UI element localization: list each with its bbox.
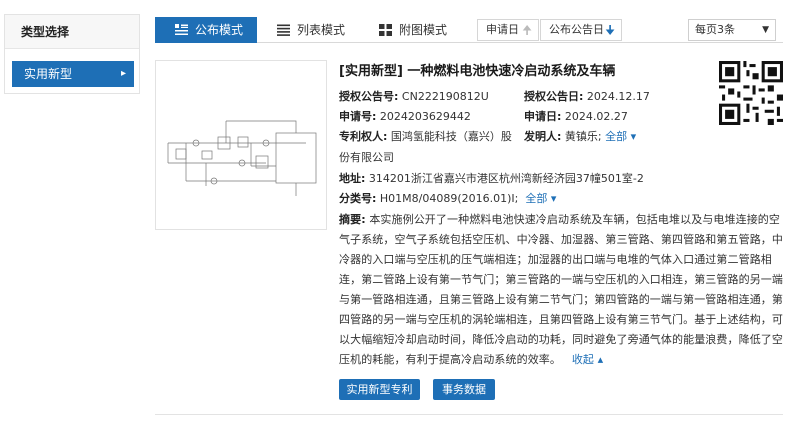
arrow-up-icon: 🠉 [522, 23, 532, 37]
patentee-name: 国鸿氢能科技（嘉兴）股 [390, 130, 512, 143]
inventor-name: 黄镇乐; [564, 130, 602, 143]
field-label: 申请日: [524, 110, 562, 123]
tab-figure-mode[interactable]: 附图模式 [359, 17, 461, 43]
sidebar-item-label: 实用新型 [24, 67, 73, 81]
list-icon [277, 24, 290, 36]
abstract-text: 本实施例公开了一种燃料电池快速冷启动系统及车辆，包括电堆以及与电堆连接的空气子系… [339, 213, 783, 366]
field-label: 摘要: [339, 213, 366, 226]
per-page-select[interactable]: 每页3条 ▼ [688, 19, 776, 41]
patentee-continued: 份有限公司 [339, 151, 394, 164]
field-label: 申请号: [339, 110, 377, 123]
chevron-right-icon: ▸ [120, 68, 126, 79]
publication-date: 2024.12.17 [586, 90, 650, 103]
inventor-show-all-link[interactable]: 全部 ▾ [605, 130, 636, 143]
field-label: 发明人: [524, 130, 562, 143]
address-value: 314201浙江省嘉兴市港区杭州湾新经济园37幢501室-2 [368, 172, 644, 185]
tab-label: 公布模式 [195, 23, 244, 37]
field-label: 专利权人: [339, 130, 388, 143]
sort-application-date-button[interactable]: 申请日 🠉 [477, 19, 539, 41]
caret-up-icon: ▴ [597, 353, 604, 366]
list-detail-icon [175, 24, 188, 35]
patent-drawing-image [167, 120, 317, 196]
qr-code-icon [719, 61, 783, 125]
application-number-field: 申请号: 2024203629442 [339, 108, 471, 124]
sort-label: 公布公告日 [549, 23, 604, 36]
address-field: 地址: 314201浙江省嘉兴市港区杭州湾新经济园37幢501室-2 [339, 170, 644, 186]
field-label: 授权公告日: [524, 90, 584, 103]
chevron-down-icon: ▼ [762, 25, 769, 35]
tab-label: 列表模式 [297, 23, 346, 37]
view-toolbar: 公布模式 列表模式 附图模式 申请日 🠉 公布公告日 🠋 每页3条 ▼ [155, 17, 783, 43]
grid-icon [379, 24, 392, 36]
type-filter-title: 类型选择 [5, 15, 139, 49]
caret-down-icon: ▾ [550, 192, 557, 205]
application-date: 2024.02.27 [564, 110, 628, 123]
type-filter-panel: 类型选择 实用新型 ▸ [4, 14, 140, 94]
caret-down-icon: ▾ [630, 130, 637, 143]
publication-date-field: 授权公告日: 2024.12.17 [524, 88, 650, 104]
sort-label: 申请日 [486, 23, 519, 36]
patent-drawing-thumbnail[interactable] [155, 60, 327, 230]
tab-list-mode[interactable]: 列表模式 [257, 17, 359, 43]
transaction-data-button[interactable]: 事务数据 [433, 379, 495, 400]
collapse-link[interactable]: 收起 ▴ [565, 353, 604, 366]
publication-number-field: 授权公告号: CN222190812U [339, 88, 489, 104]
classification-show-all-link[interactable]: 全部 ▾ [522, 192, 557, 205]
tab-label: 附图模式 [399, 23, 448, 37]
per-page-value: 每页3条 [695, 23, 735, 36]
field-label: 授权公告号: [339, 90, 399, 103]
abstract-block: 摘要: 本实施例公开了一种燃料电池快速冷启动系统及车辆，包括电堆以及与电堆连接的… [339, 210, 783, 370]
divider [155, 414, 783, 415]
patentee-field: 专利权人: 国鸿氢能科技（嘉兴）股 [339, 128, 512, 144]
sort-publication-date-button[interactable]: 公布公告日 🠋 [540, 19, 622, 41]
classification-field: 分类号: H01M8/04089(2016.01)I; 全部 ▾ [339, 190, 556, 206]
patent-title[interactable]: [实用新型] 一种燃料电池快速冷启动系统及车辆 [339, 60, 615, 79]
application-number: 2024203629442 [379, 110, 471, 123]
application-date-field: 申请日: 2024.02.27 [524, 108, 628, 124]
arrow-down-icon: 🠋 [605, 23, 615, 37]
classification-value: H01M8/04089(2016.01)I; [379, 192, 519, 205]
tab-publication-mode[interactable]: 公布模式 [155, 17, 257, 43]
utility-patent-button[interactable]: 实用新型专利 [339, 379, 420, 400]
sidebar-item-utility-model[interactable]: 实用新型 ▸ [12, 61, 134, 87]
field-label: 分类号: [339, 192, 377, 205]
field-label: 地址: [339, 172, 366, 185]
publication-number: CN222190812U [401, 90, 489, 103]
inventor-field: 发明人: 黄镇乐; 全部 ▾ [524, 128, 636, 144]
